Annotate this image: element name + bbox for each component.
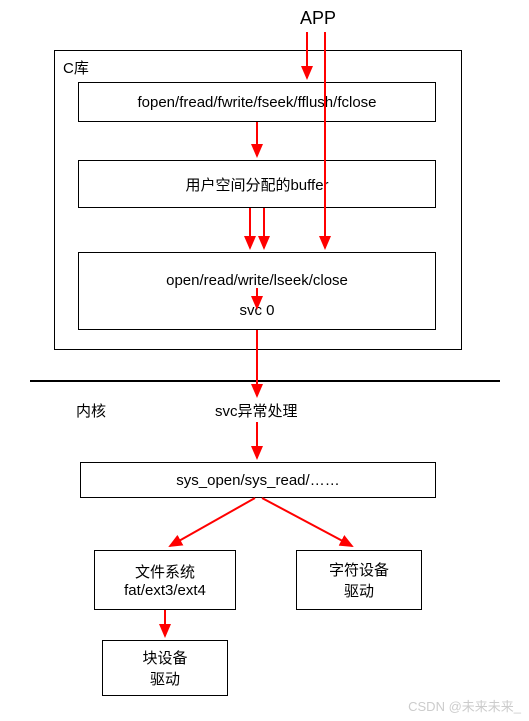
watermark: CSDN @未来未来_ bbox=[408, 696, 521, 715]
filesystem-line1: 文件系统 bbox=[135, 561, 195, 582]
svc-handler-label: svc异常处理 bbox=[215, 400, 298, 421]
chardev-box: 字符设备 驱动 bbox=[296, 550, 422, 610]
kernel-label: 内核 bbox=[76, 400, 106, 421]
user-buffer-box: 用户空间分配的buffer bbox=[78, 160, 436, 208]
clib-stdio-box: fopen/fread/fwrite/fseek/fflush/fclose bbox=[78, 82, 436, 122]
filesystem-box: 文件系统 fat/ext3/ext4 bbox=[94, 550, 236, 610]
clib-stdio-text: fopen/fread/fwrite/fseek/fflush/fclose bbox=[137, 94, 376, 111]
syscall-wrapper-box: open/read/write/lseek/close svc 0 bbox=[78, 252, 436, 330]
syscall-wrapper-line2: svc 0 bbox=[239, 299, 274, 321]
syscall-wrapper-line1: open/read/write/lseek/close bbox=[166, 261, 348, 299]
blockdev-box: 块设备 驱动 bbox=[102, 640, 228, 696]
separator-line bbox=[30, 380, 500, 382]
kernel-syscall-box: sys_open/sys_read/…… bbox=[80, 462, 436, 498]
filesystem-line2: fat/ext3/ext4 bbox=[124, 582, 206, 599]
app-label: APP bbox=[300, 8, 336, 29]
chardev-line2: 驱动 bbox=[344, 580, 374, 601]
clib-label: C库 bbox=[63, 57, 89, 78]
blockdev-line1: 块设备 bbox=[142, 647, 187, 668]
kernel-syscall-text: sys_open/sys_read/…… bbox=[176, 472, 339, 489]
blockdev-line2: 驱动 bbox=[150, 668, 180, 689]
user-buffer-text: 用户空间分配的buffer bbox=[185, 174, 328, 195]
chardev-line1: 字符设备 bbox=[329, 559, 389, 580]
